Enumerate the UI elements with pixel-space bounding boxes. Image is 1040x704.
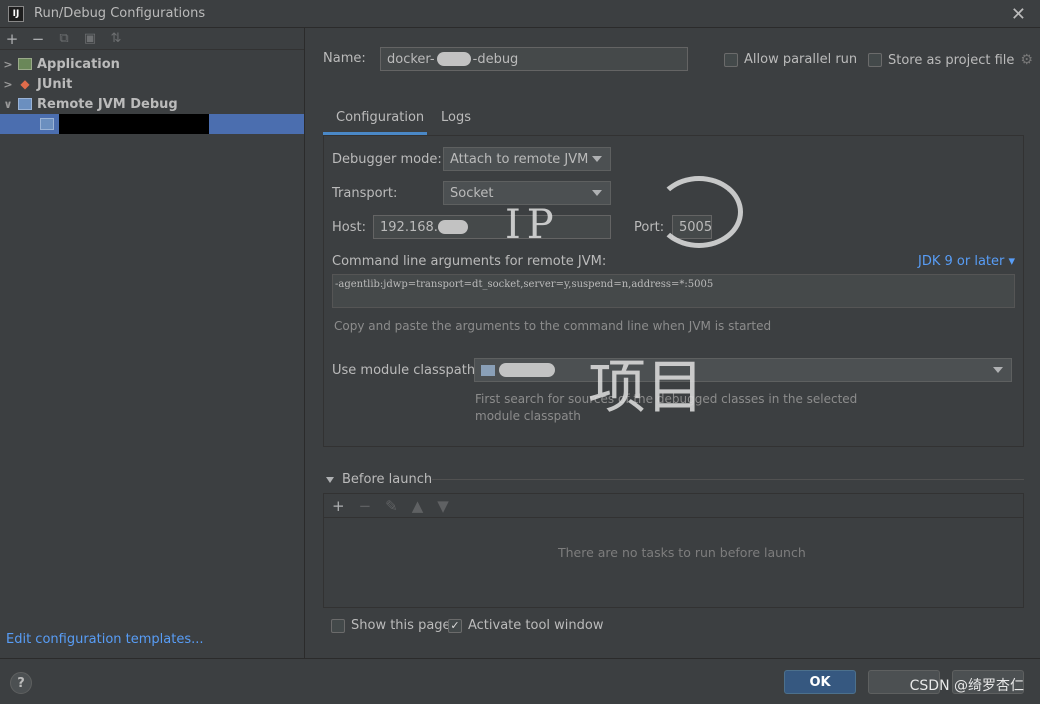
- chevron-right-icon[interactable]: >: [0, 58, 16, 71]
- activate-label: Activate tool window: [468, 618, 604, 633]
- redacted-blur: [499, 363, 555, 377]
- name-prefix: docker-: [387, 51, 435, 67]
- title-bar: IJ Run/Debug Configurations: [0, 0, 1040, 28]
- store-project-checkbox[interactable]: [868, 53, 882, 67]
- module-classpath-select[interactable]: [474, 358, 1012, 382]
- folder-icon[interactable]: ▣: [82, 31, 98, 46]
- debugger-mode-select[interactable]: Attach to remote JVM: [443, 147, 611, 171]
- before-launch-panel: + − ✎ ▲ ▼ There are no tasks to run befo…: [323, 493, 1024, 608]
- store-project-label: Store as project file: [888, 52, 1015, 68]
- config-icon: [40, 118, 54, 130]
- intellij-icon: IJ: [8, 5, 24, 22]
- transport-value: Socket: [450, 185, 494, 201]
- activate-tool-window[interactable]: ✓ Activate tool window: [448, 618, 603, 633]
- annotation-circle: [655, 176, 743, 248]
- edit-icon[interactable]: ✎: [385, 497, 398, 515]
- cmd-args-hint: Copy and paste the arguments to the comm…: [334, 319, 772, 333]
- ok-button[interactable]: OK: [784, 670, 856, 694]
- jdk-version-link[interactable]: JDK 9 or later ▾: [918, 254, 1015, 269]
- before-launch-title: Before launch: [342, 472, 433, 487]
- tab-logs[interactable]: Logs: [441, 110, 471, 125]
- tab-configuration[interactable]: Configuration: [323, 110, 427, 135]
- show-page-label: Show this page: [351, 618, 451, 633]
- chevron-down-icon: [592, 156, 602, 162]
- footer-divider: [0, 658, 1040, 659]
- tree-toolbar: + − ⧉ ▣ ⇅: [0, 28, 304, 50]
- allow-parallel-checkbox[interactable]: [724, 52, 738, 67]
- chevron-right-icon[interactable]: >: [0, 78, 16, 91]
- move-up-icon[interactable]: ▲: [412, 497, 424, 515]
- tree-item-label: Application: [37, 56, 120, 72]
- junit-icon: ◆: [20, 77, 30, 91]
- edit-templates-link[interactable]: Edit configuration templates...: [6, 632, 204, 647]
- collapse-icon[interactable]: [326, 476, 334, 483]
- help-button[interactable]: ?: [10, 672, 32, 694]
- remove-icon[interactable]: −: [30, 30, 46, 48]
- redacted-blur: [437, 220, 468, 234]
- csdn-watermark: CSDN @绮罗杏仁: [909, 678, 1024, 694]
- allow-parallel-run[interactable]: Allow parallel run: [724, 52, 857, 67]
- show-page-checkbox[interactable]: [331, 618, 345, 633]
- divider: [432, 479, 1024, 480]
- window-title: Run/Debug Configurations: [34, 6, 206, 21]
- move-down-icon[interactable]: ▼: [437, 497, 449, 515]
- tree-item-selected-config[interactable]: [0, 114, 304, 134]
- add-icon[interactable]: +: [332, 497, 345, 515]
- transport-label: Transport:: [332, 186, 398, 201]
- allow-parallel-label: Allow parallel run: [744, 52, 858, 67]
- name-label: Name:: [323, 51, 366, 66]
- name-field[interactable]: docker- -debug: [380, 47, 688, 71]
- module-folder-icon: [481, 364, 495, 376]
- chevron-down-icon: [592, 190, 602, 196]
- name-suffix: -debug: [472, 51, 519, 67]
- tree-item-remote-jvm-debug[interactable]: ∨ Remote JVM Debug: [0, 94, 304, 114]
- before-launch-empty: There are no tasks to run before launch: [558, 545, 806, 560]
- sort-icon[interactable]: ⇅: [108, 31, 124, 46]
- remove-icon[interactable]: −: [359, 497, 372, 515]
- cmd-args-field[interactable]: -agentlib:jdwp=transport=dt_socket,serve…: [332, 274, 1015, 308]
- gear-icon[interactable]: ⚙: [1020, 52, 1033, 68]
- application-icon: [18, 58, 32, 70]
- redacted-name: [59, 114, 209, 134]
- before-launch-header[interactable]: Before launch: [326, 472, 432, 487]
- remote-debug-icon: [18, 98, 32, 110]
- host-label: Host:: [332, 220, 366, 235]
- add-icon[interactable]: +: [4, 30, 20, 48]
- annotation-project: 项目: [588, 353, 705, 421]
- activate-checkbox[interactable]: ✓: [448, 618, 462, 633]
- chevron-down-icon: [993, 367, 1003, 373]
- chevron-down-icon[interactable]: ∨: [0, 98, 16, 111]
- close-icon[interactable]: ✕: [1011, 4, 1026, 25]
- tree-item-junit[interactable]: > ◆ JUnit: [0, 74, 304, 94]
- before-launch-toolbar: + − ✎ ▲ ▼: [324, 494, 1023, 518]
- debugger-mode-label: Debugger mode:: [332, 152, 442, 167]
- debugger-mode-value: Attach to remote JVM: [450, 151, 589, 167]
- host-value: 192.168.: [380, 219, 438, 235]
- annotation-ip: IP: [505, 202, 560, 248]
- copy-icon[interactable]: ⧉: [56, 31, 72, 46]
- redacted-blur: [436, 52, 471, 66]
- tree-item-label: Remote JVM Debug: [37, 96, 178, 112]
- cmd-args-label: Command line arguments for remote JVM:: [332, 254, 607, 269]
- tree-item-label: JUnit: [37, 76, 73, 92]
- tree-item-application[interactable]: > Application: [0, 54, 304, 74]
- module-value: [481, 363, 555, 377]
- store-as-project-file[interactable]: Store as project file ⚙: [868, 52, 1033, 68]
- configurations-tree-panel: + − ⧉ ▣ ⇅ > Application > ◆ JUnit ∨ Remo…: [0, 28, 305, 658]
- show-this-page[interactable]: Show this page: [331, 618, 451, 633]
- module-classpath-label: Use module classpath:: [332, 363, 480, 378]
- host-field[interactable]: 192.168.: [373, 215, 611, 239]
